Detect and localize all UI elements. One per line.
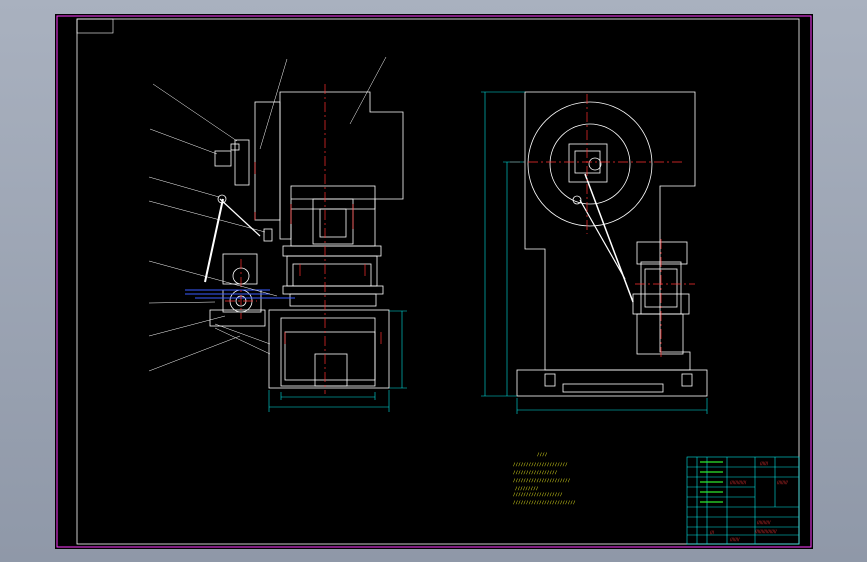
note-line-5: /////////////////// [513,492,563,497]
inner-frame [76,18,800,545]
drawing-canvas[interactable]: //// ///////////////////// /////////////… [55,14,813,549]
title-cell-6: //////////////// [755,529,777,534]
note-line-6: //////////////////////// [513,500,576,505]
title-cell-2: //////////// [730,480,747,485]
title-block-green [700,461,723,503]
title-cell-1: ////// [760,461,769,466]
front-red-marks [254,162,382,344]
press-machine-drawing [56,15,812,548]
title-cell-7: /////// [730,537,740,542]
note-line-1: ///////////////////// [513,462,568,467]
corner-box [76,18,114,34]
cad-viewport[interactable]: //// ///////////////////// /////////////… [0,0,867,562]
front-centerlines [225,84,326,394]
front-view [204,91,404,389]
side-centerlines [510,94,695,359]
title-cell-5: /// [710,530,715,535]
front-leaders [148,56,387,372]
side-dimensions [481,91,708,414]
strip-material [185,289,295,299]
title-cell-3: //////// [777,480,788,485]
title-cell-4: ////////// [757,520,771,525]
front-dimensions [268,310,407,412]
note-line-4: ///////// [515,486,539,491]
side-view [516,91,708,397]
note-line-3: ////////////////////// [513,478,571,483]
note-line-2: ///////////////// [513,470,558,475]
notes-heading: //// [537,452,548,457]
title-block [686,456,800,545]
